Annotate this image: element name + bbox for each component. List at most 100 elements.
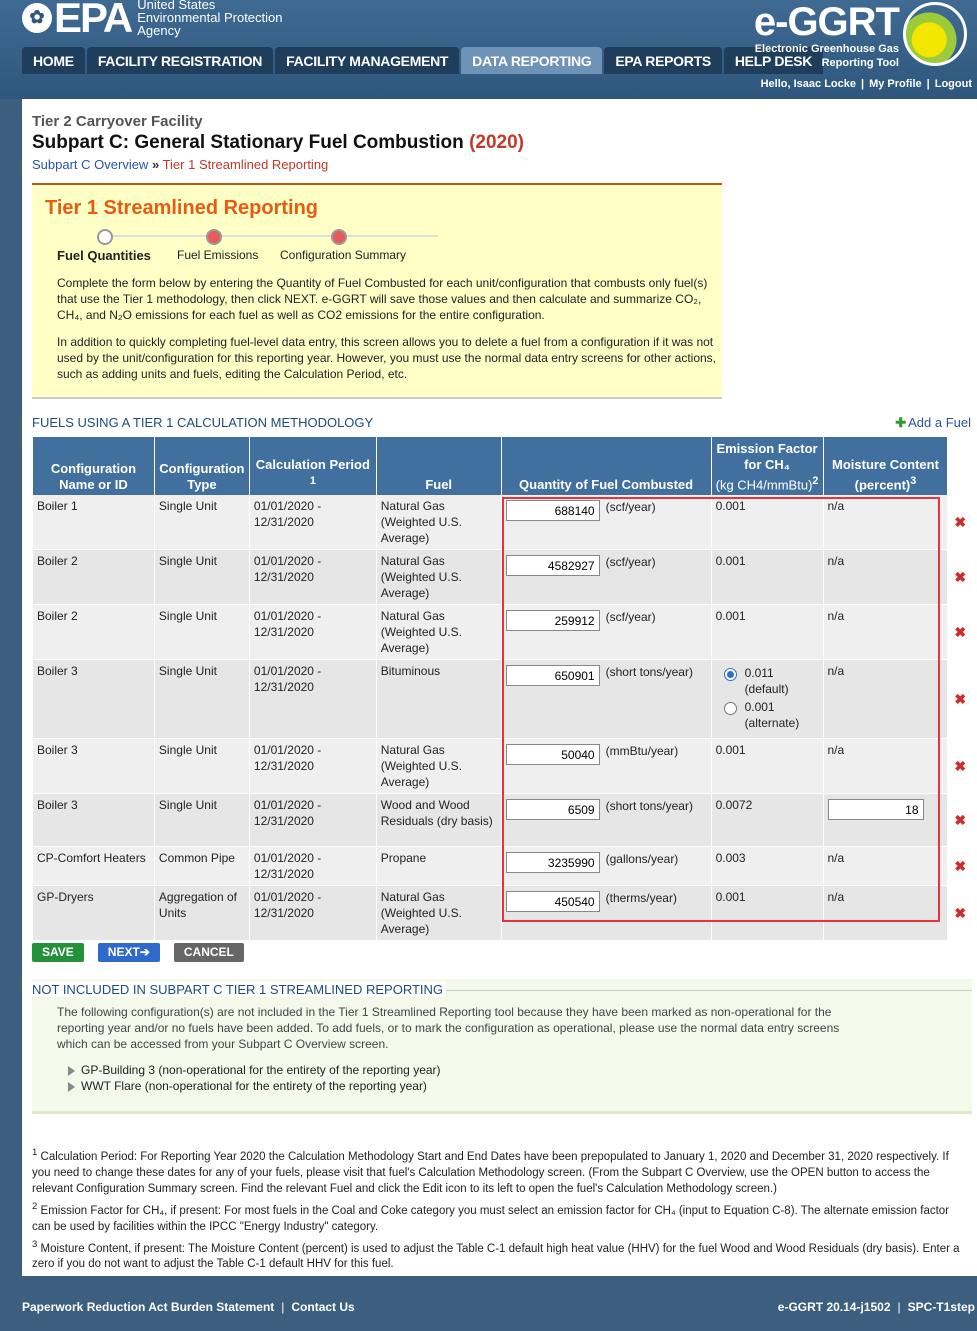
delete-icon[interactable]: ✖ [954, 858, 966, 874]
quantity-unit: (scf/year) [605, 610, 656, 624]
eggrt-subtitle: Electronic Greenhouse Gas Reporting Tool [755, 42, 899, 70]
cell-quantity: (scf/year) [500, 495, 712, 550]
cell-calc-period: 01/01/2020 - 12/31/2020 [248, 885, 377, 941]
page-title: Subpart C: General Stationary Fuel Combu… [32, 132, 524, 154]
delete-icon[interactable]: ✖ [954, 514, 966, 530]
cell-config-type: Aggregation of Units [153, 885, 250, 941]
eggrt-logo[interactable]: e-GGRT Electronic Greenhouse Gas Reporti… [737, 0, 967, 72]
emission-factor-label: Emission Factor for CH₄ [716, 440, 818, 472]
quantity-input[interactable] [505, 744, 600, 765]
cell-fuel: Natural Gas (Weighted U.S. Average) [375, 604, 502, 660]
footnote-3-marker: 3 [32, 1238, 38, 1250]
progress-steps: Fuel Quantities Fuel Emissions Configura… [57, 229, 438, 265]
logout-link[interactable]: Logout [935, 78, 972, 90]
step-label-configuration-summary: Configuration Summary [280, 248, 407, 262]
fuels-table: Configuration Name or ID Configuration T… [32, 437, 972, 941]
delete-icon[interactable]: ✖ [954, 905, 966, 921]
ef-alternate-value: 0.001 [744, 700, 775, 714]
radio-unselected-icon[interactable] [723, 702, 737, 715]
quantity-input[interactable] [505, 852, 600, 873]
radio-selected-icon[interactable] [723, 668, 737, 681]
epa-seal-icon: ✿ [22, 2, 52, 33]
banner-title: Tier 1 Streamlined Reporting [45, 197, 319, 219]
footnote-ref-1: 1 [309, 474, 316, 487]
cell-fuel: Bituminous [375, 659, 502, 739]
table-row: Boiler 2 Single Unit 01/01/2020 - 12/31/… [32, 549, 972, 605]
moisture-input[interactable] [827, 799, 924, 820]
footnote-ref-2: 2 [812, 474, 819, 487]
add-fuel-link[interactable]: ✚ Add a Fuel [895, 415, 971, 431]
cell-fuel: Natural Gas (Weighted U.S. Average) [375, 495, 502, 550]
breadcrumb-overview-link[interactable]: Subpart C Overview [32, 157, 148, 172]
col-header-config-name: Configuration Name or ID [32, 437, 155, 495]
delete-icon[interactable]: ✖ [954, 691, 966, 707]
col-header-quantity: Quantity of Fuel Combusted [500, 437, 712, 495]
expand-triangle-icon[interactable] [68, 1081, 75, 1092]
nav-tab-data-reporting[interactable]: DATA REPORTING [461, 47, 603, 74]
breadcrumb: Subpart C Overview » Tier 1 Streamlined … [32, 157, 328, 172]
ef-default-option[interactable]: 0.011 (default) [723, 665, 819, 697]
cell-moisture: n/a [822, 885, 948, 941]
next-button[interactable]: NEXT➔ [97, 943, 160, 962]
cell-emission-factor: 0.0072 [710, 793, 823, 847]
cell-calc-period: 01/01/2020 - 12/31/2020 [248, 659, 377, 739]
cell-moisture: n/a [822, 738, 948, 794]
ef-alternate-option[interactable]: 0.001 (alternate) [723, 699, 819, 731]
cell-calc-period: 01/01/2020 - 12/31/2020 [248, 495, 377, 550]
cell-fuel: Wood and Wood Residuals (dry basis) [375, 793, 502, 847]
save-button[interactable]: SAVE [32, 943, 84, 962]
delete-icon[interactable]: ✖ [954, 812, 966, 828]
fuels-section-title: FUELS USING A TIER 1 CALCULATION METHODO… [32, 415, 374, 430]
cell-emission-factor: 0.001 [710, 738, 823, 794]
main-nav: HOME FACILITY REGISTRATION FACILITY MANA… [22, 47, 825, 74]
quantity-input[interactable] [505, 891, 600, 912]
delete-icon[interactable]: ✖ [954, 624, 966, 640]
cancel-button[interactable]: CANCEL [173, 943, 244, 962]
my-profile-link[interactable]: My Profile [869, 78, 922, 90]
delete-icon[interactable]: ✖ [954, 569, 966, 585]
quantity-input[interactable] [505, 500, 600, 521]
step-dot-fuel-emissions [206, 229, 222, 245]
quantity-unit: (scf/year) [605, 500, 656, 514]
cell-fuel: Propane [375, 846, 502, 886]
cell-calc-period: 01/01/2020 - 12/31/2020 [248, 793, 377, 847]
epa-logo[interactable]: ✿ EPA United States Environmental Protec… [22, 0, 283, 38]
nav-tab-epa-reports[interactable]: EPA REPORTS [604, 47, 722, 74]
quantity-input[interactable] [505, 665, 600, 686]
cell-emission-factor: 0.001 [710, 495, 823, 550]
table-header-row: Configuration Name or ID Configuration T… [32, 437, 972, 495]
progress-line [102, 235, 438, 237]
col-header-config-type: Configuration Type [153, 437, 250, 495]
moisture-unit: (percent) [854, 477, 911, 492]
footnote-ref-3: 3 [910, 474, 917, 487]
cell-calc-period: 01/01/2020 - 12/31/2020 [248, 604, 377, 660]
quantity-input[interactable] [505, 555, 600, 576]
moisture-label: Moisture Content [832, 456, 939, 472]
cell-config-type: Single Unit [153, 495, 250, 550]
nav-tab-facility-management[interactable]: FACILITY MANAGEMENT [275, 47, 460, 74]
cell-config-type: Single Unit [153, 659, 250, 739]
expand-triangle-icon[interactable] [68, 1065, 75, 1076]
quantity-input[interactable] [505, 610, 600, 631]
delete-icon[interactable]: ✖ [954, 758, 966, 774]
footnote-1-marker: 1 [32, 1147, 38, 1158]
step-label-fuel-emissions: Fuel Emissions [177, 248, 259, 262]
nav-tab-facility-registration[interactable]: FACILITY REGISTRATION [86, 47, 274, 74]
breadcrumb-separator: » [151, 157, 160, 172]
col-header-emission-factor: Emission Factor for CH₄ (kg CH4/mmBtu)2 [710, 437, 823, 495]
list-item[interactable]: GP-Building 3 (non-operational for the e… [68, 1062, 441, 1078]
nav-tab-home[interactable]: HOME [22, 47, 85, 74]
table-row: Boiler 2 Single Unit 01/01/2020 - 12/31/… [32, 604, 972, 660]
cell-emission-factor: 0.001 [710, 549, 823, 605]
cell-fuel: Natural Gas (Weighted U.S. Average) [375, 549, 502, 605]
cell-quantity: (scf/year) [500, 604, 712, 660]
quantity-input[interactable] [505, 799, 600, 820]
not-included-title: NOT INCLUDED IN SUBPART C TIER 1 STREAML… [32, 982, 447, 997]
egret-bird-icon [903, 2, 967, 66]
paperwork-reduction-link[interactable]: Paperwork Reduction Act Burden Statement [22, 1300, 274, 1314]
cell-emission-factor: 0.003 [710, 846, 823, 886]
form-buttons: SAVE NEXT➔ CANCEL [32, 943, 258, 962]
cell-config-type: Single Unit [153, 793, 250, 847]
contact-us-link[interactable]: Contact Us [291, 1300, 354, 1314]
list-item[interactable]: WWT Flare (non-operational for the entir… [68, 1078, 441, 1094]
